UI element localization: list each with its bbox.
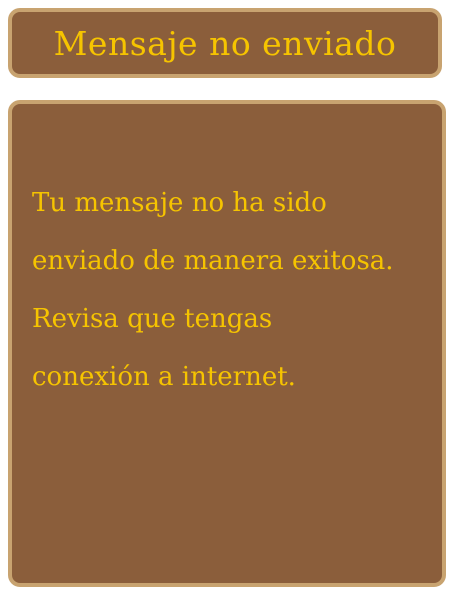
message-line-4: conexión a internet. [32,362,296,392]
error-dialog: Mensaje no enviado Tu mensaje no ha sido… [0,0,454,595]
message-line-2: enviado de manera exitosa. [32,246,394,276]
dialog-title: Mensaje no enviado [53,23,397,63]
dialog-body: Tu mensaje no ha sido enviado de manera … [8,100,446,587]
dialog-message: Tu mensaje no ha sido enviado de manera … [32,174,442,406]
message-line-1: Tu mensaje no ha sido [32,188,327,218]
message-line-3: Revisa que tengas [32,304,273,334]
dialog-title-bar: Mensaje no enviado [8,8,442,78]
